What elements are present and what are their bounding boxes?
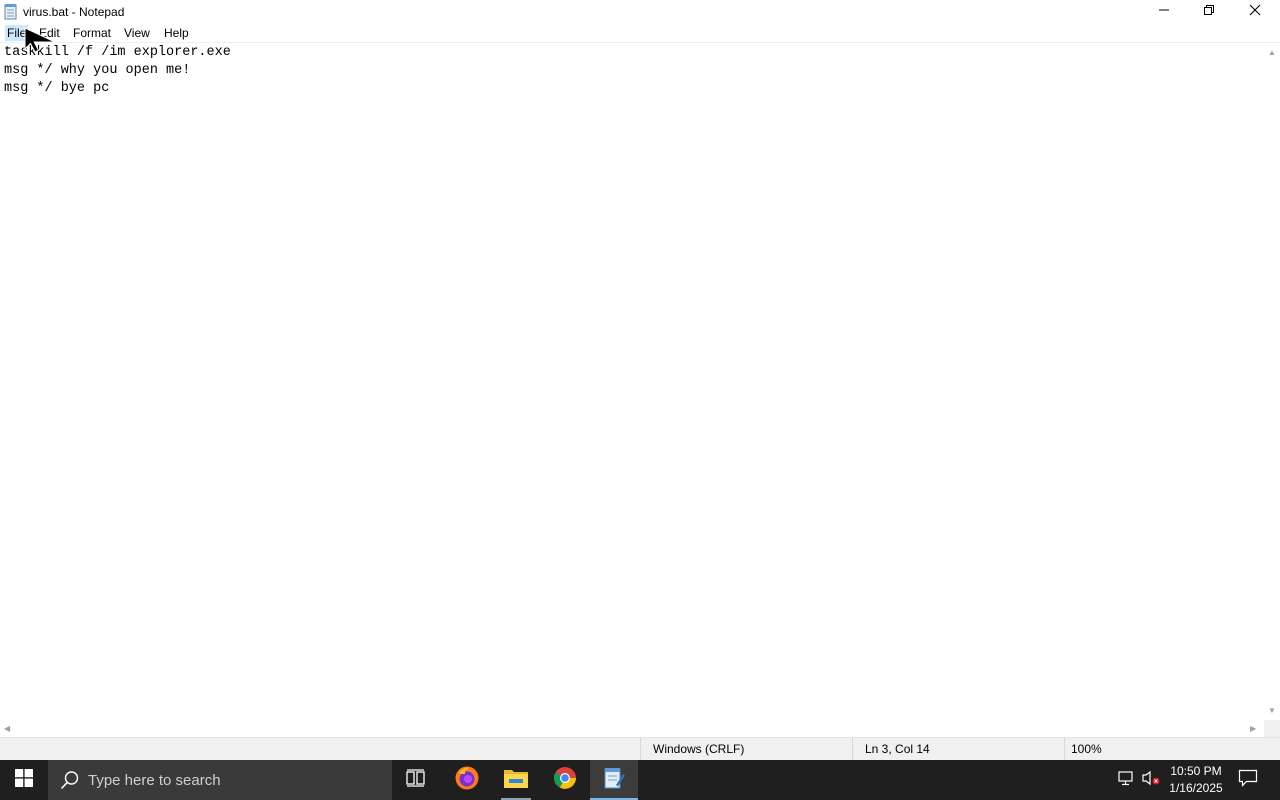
volume-muted-icon bbox=[1141, 770, 1161, 791]
scroll-down-icon[interactable]: ▼ bbox=[1268, 706, 1276, 716]
taskbar-file-explorer[interactable] bbox=[492, 760, 540, 800]
minimize-icon bbox=[1158, 3, 1170, 21]
status-bar: Windows (CRLF) Ln 3, Col 14 100% bbox=[0, 737, 1280, 761]
scroll-up-icon[interactable]: ▲ bbox=[1268, 48, 1276, 58]
title-bar: virus.bat - Notepad bbox=[0, 0, 1280, 24]
task-view-button[interactable] bbox=[392, 760, 440, 800]
text-editor-area[interactable]: taskkill /f /im explorer.exe msg */ why … bbox=[0, 44, 1264, 720]
notepad-app-icon bbox=[3, 3, 19, 20]
start-button[interactable] bbox=[0, 760, 48, 800]
close-icon bbox=[1249, 3, 1261, 21]
clock-time: 10:50 PM bbox=[1170, 764, 1222, 778]
taskbar-search-box[interactable]: Type here to search bbox=[48, 760, 392, 800]
clock-date: 1/16/2025 bbox=[1169, 781, 1223, 795]
firefox-icon bbox=[454, 765, 480, 796]
status-cursor-position: Ln 3, Col 14 bbox=[852, 738, 1064, 761]
menu-bar: File Edit Format View Help bbox=[0, 24, 1280, 43]
volume-tray-button[interactable] bbox=[1140, 760, 1162, 800]
taskbar-clock[interactable]: 10:50 PM 1/16/2025 bbox=[1166, 763, 1226, 797]
minimize-button[interactable] bbox=[1141, 0, 1187, 24]
status-zoom: 100% bbox=[1064, 738, 1280, 761]
vertical-scrollbar[interactable]: ▲ ▼ bbox=[1264, 44, 1280, 720]
scroll-left-icon[interactable]: ◀ bbox=[4, 724, 10, 734]
menu-format[interactable]: Format bbox=[71, 25, 113, 41]
status-line-ending: Windows (CRLF) bbox=[640, 738, 852, 761]
scroll-right-icon[interactable]: ▶ bbox=[1250, 724, 1256, 734]
file-explorer-icon bbox=[503, 767, 529, 794]
windows-start-icon bbox=[15, 768, 33, 792]
taskbar-chrome[interactable] bbox=[541, 760, 589, 800]
search-icon bbox=[60, 770, 80, 795]
taskbar-notepad[interactable] bbox=[590, 760, 638, 800]
search-placeholder: Type here to search bbox=[88, 772, 221, 789]
notepad-icon bbox=[602, 766, 626, 795]
network-icon bbox=[1118, 770, 1136, 791]
network-tray-button[interactable] bbox=[1116, 760, 1138, 800]
task-view-icon bbox=[406, 768, 426, 792]
horizontal-scrollbar[interactable]: ◀ ▶ bbox=[0, 720, 1264, 737]
window-title: virus.bat - Notepad bbox=[23, 5, 125, 19]
restore-button[interactable] bbox=[1186, 0, 1232, 24]
action-center-button[interactable] bbox=[1234, 760, 1262, 800]
restore-icon bbox=[1203, 3, 1215, 21]
menu-view[interactable]: View bbox=[122, 25, 152, 41]
mouse-pointer-icon bbox=[24, 27, 58, 58]
taskbar-firefox[interactable] bbox=[443, 760, 491, 800]
close-button[interactable] bbox=[1232, 0, 1278, 24]
notification-icon bbox=[1238, 769, 1258, 792]
taskbar: Type here to search 10:50 PM 1/16/2025 bbox=[0, 760, 1280, 800]
chrome-icon bbox=[553, 766, 577, 795]
menu-help[interactable]: Help bbox=[162, 25, 191, 41]
scrollbar-corner bbox=[1264, 720, 1280, 737]
